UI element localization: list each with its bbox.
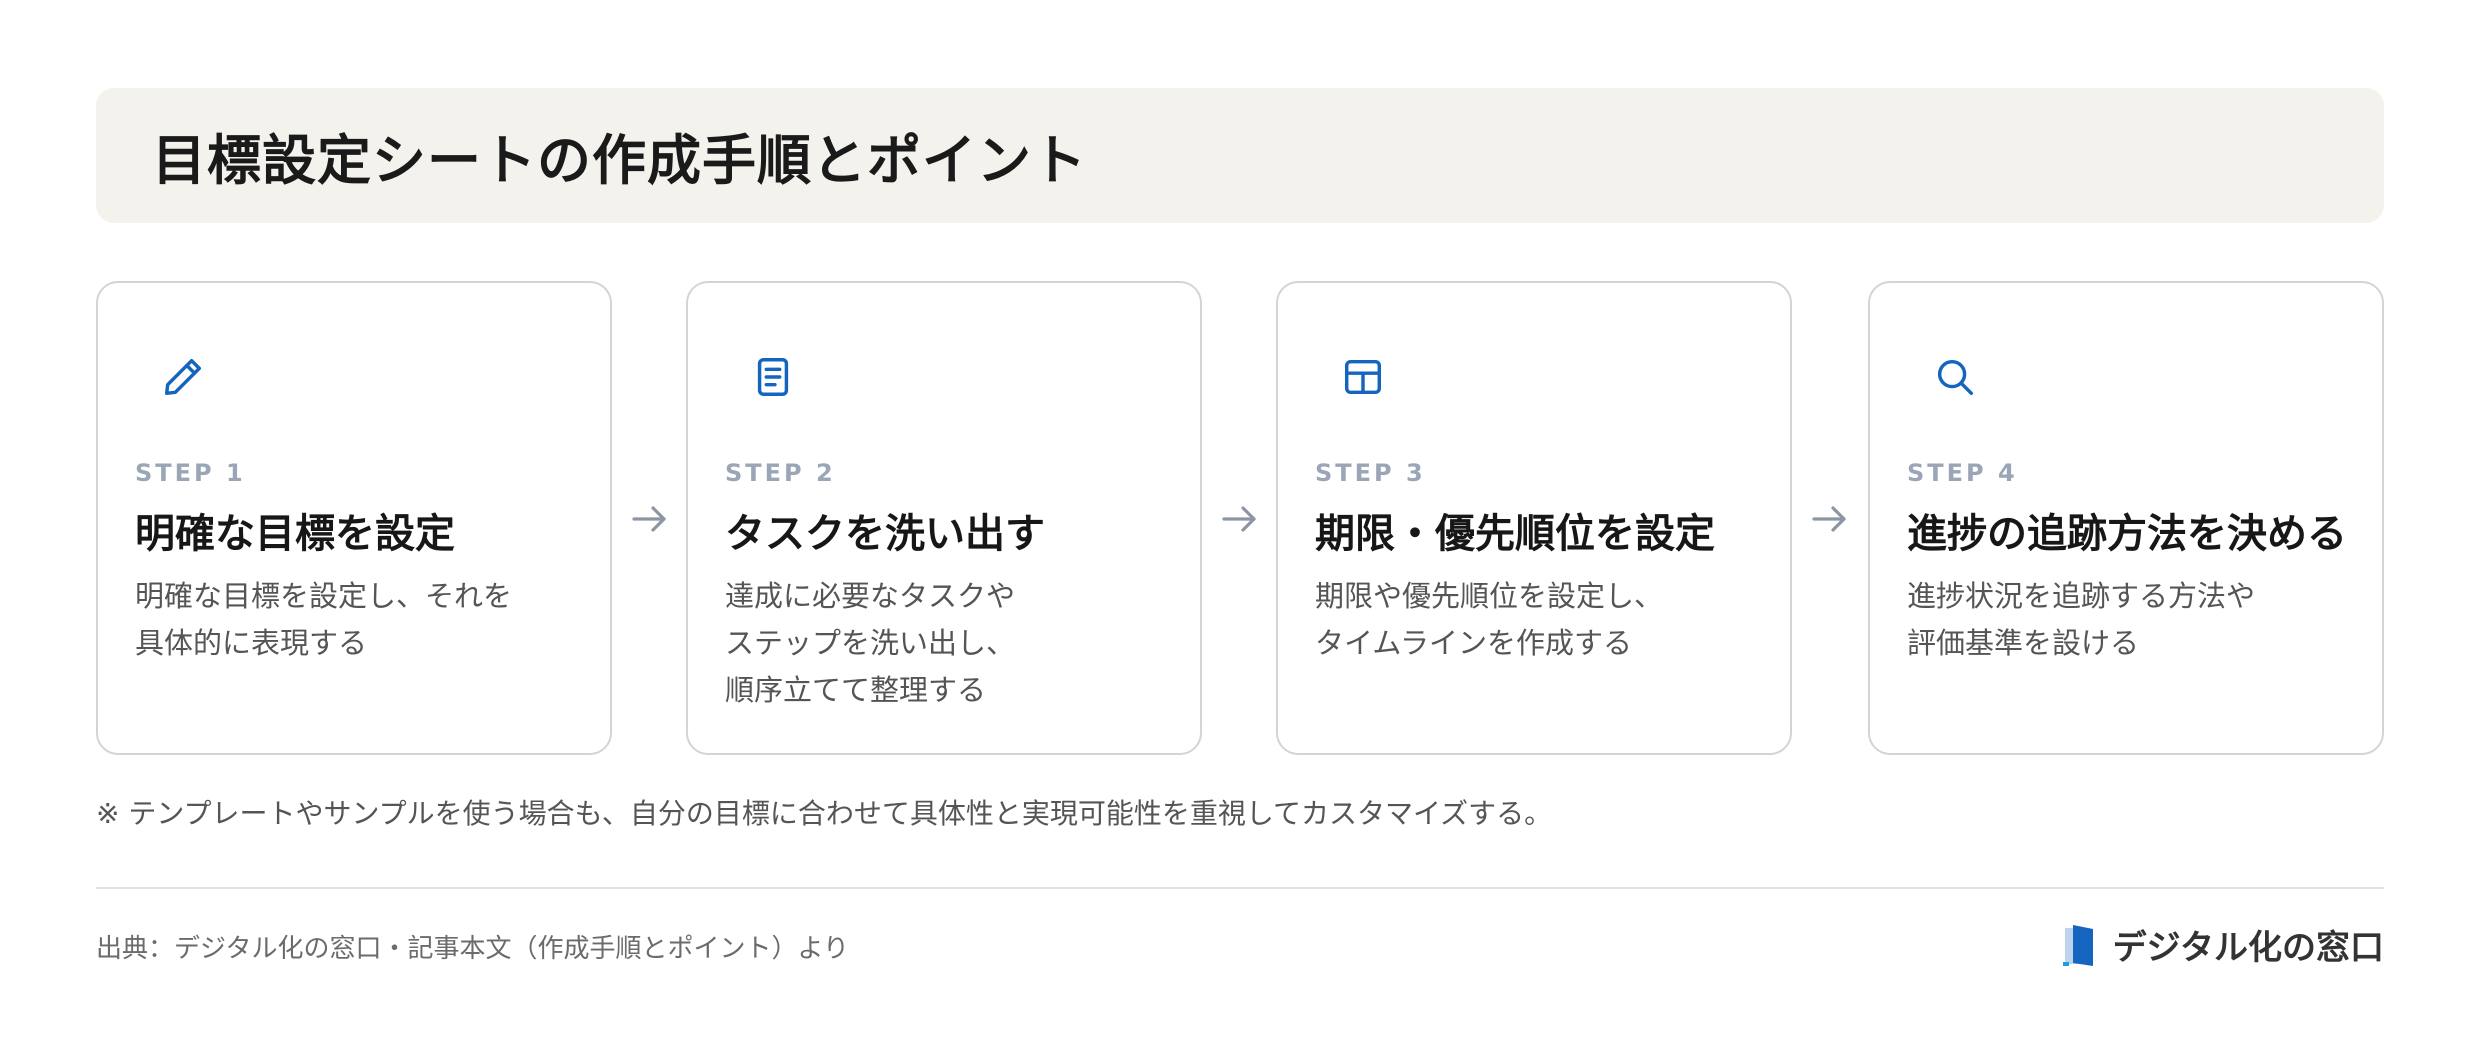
step-description: 明確な目標を設定し、それを 具体的に表現する	[135, 573, 585, 667]
step-description-line: ステップを洗い出し、	[725, 626, 1016, 660]
arrow-right-icon	[1808, 499, 1852, 539]
step-description-line: 明確な目標を設定し、それを	[135, 579, 513, 613]
step-description: 期限や優先順位を設定し、 タイムラインを作成する	[1315, 573, 1765, 667]
step-description-line: 期限や優先順位を設定し、	[1315, 579, 1664, 613]
door-logo-icon	[2061, 922, 2103, 968]
step-title: 期限・優先順位を設定	[1315, 511, 1715, 557]
footnote: ※ テンプレートやサンプルを使う場合も、自分の目標に合わせて具体性と実現可能性を…	[96, 797, 1553, 830]
step-label: STEP 3	[1315, 459, 1426, 487]
source-credit: 出典：デジタル化の窓口・記事本文（作成手順とポイント）より	[96, 934, 849, 964]
arrow-right-icon	[1218, 499, 1262, 539]
arrow-right-icon	[628, 499, 672, 539]
step-label: STEP 1	[135, 459, 246, 487]
step-description: 進捗状況を追跡する方法や 評価基準を設ける	[1907, 573, 2357, 667]
steps-row: STEP 1 明確な目標を設定 明確な目標を設定し、それを 具体的に表現する S…	[96, 281, 2384, 755]
step-description-line: 評価基準を設ける	[1907, 626, 2140, 660]
pencil-icon	[160, 354, 206, 400]
step-card-2: STEP 2 タスクを洗い出す 達成に必要なタスクや ステップを洗い出し、 順序…	[686, 281, 1202, 755]
search-icon	[1932, 354, 1978, 400]
step-description-line: 進捗状況を追跡する方法や	[1907, 579, 2256, 613]
step-card-4: STEP 4 進捗の追跡方法を決める 進捗状況を追跡する方法や 評価基準を設ける	[1868, 281, 2384, 755]
step-description-line: 具体的に表現する	[135, 626, 368, 660]
step-description-line: 順序立てて整理する	[725, 673, 987, 707]
divider	[96, 887, 2384, 889]
step-description: 達成に必要なタスクや ステップを洗い出し、 順序立てて整理する	[725, 573, 1175, 714]
step-description-line: 達成に必要なタスクや	[725, 579, 1016, 613]
brand-logo: デジタル化の窓口	[2061, 920, 2384, 969]
step-title: 明確な目標を設定	[135, 511, 455, 557]
step-title: 進捗の追跡方法を決める	[1907, 511, 2347, 557]
title-banner: 目標設定シートの作成手順とポイント	[96, 88, 2384, 223]
step-label: STEP 4	[1907, 459, 2018, 487]
page-title: 目標設定シートの作成手順とポイント	[152, 129, 1087, 192]
table-icon	[1340, 354, 1386, 400]
document-icon	[750, 354, 796, 400]
step-title: タスクを洗い出す	[725, 511, 1045, 557]
step-label: STEP 2	[725, 459, 836, 487]
brand-name: デジタル化の窓口	[2112, 928, 2384, 968]
step-description-line: タイムラインを作成する	[1315, 626, 1632, 660]
step-card-3: STEP 3 期限・優先順位を設定 期限や優先順位を設定し、 タイムラインを作成…	[1276, 281, 1792, 755]
step-card-1: STEP 1 明確な目標を設定 明確な目標を設定し、それを 具体的に表現する	[96, 281, 612, 755]
